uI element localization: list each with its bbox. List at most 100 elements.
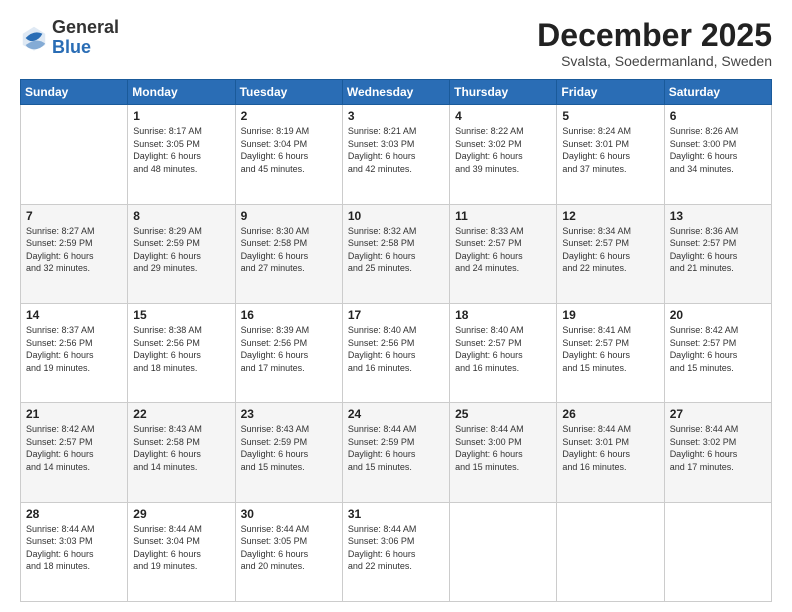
day-number: 10	[348, 209, 444, 223]
table-cell: 15 Sunrise: 8:38 AM Sunset: 2:56 PM Dayli…	[128, 303, 235, 402]
table-cell: 12 Sunrise: 8:34 AM Sunset: 2:57 PM Dayli…	[557, 204, 664, 303]
day-number: 2	[241, 109, 337, 123]
table-cell: 1 Sunrise: 8:17 AM Sunset: 3:05 PM Daylig…	[128, 105, 235, 204]
day-number: 16	[241, 308, 337, 322]
cell-info: Sunrise: 8:42 AM Sunset: 2:57 PM Dayligh…	[670, 324, 766, 374]
table-cell: 7Sunrise: 8:27 AM Sunset: 2:59 PM Daylig…	[21, 204, 128, 303]
cell-info: Sunrise: 8:44 AM Sunset: 3:06 PM Dayligh…	[348, 523, 444, 573]
table-cell: 20 Sunrise: 8:42 AM Sunset: 2:57 PM Dayli…	[664, 303, 771, 402]
day-number: 13	[670, 209, 766, 223]
day-number: 4	[455, 109, 551, 123]
day-number: 1	[133, 109, 229, 123]
table-cell: 21 Sunrise: 8:42 AM Sunset: 2:57 PM Dayli…	[21, 403, 128, 502]
logo-blue: Blue	[52, 37, 91, 57]
calendar-week-row: 28 Sunrise: 8:44 AM Sunset: 3:03 PM Dayli…	[21, 502, 772, 601]
cell-info: Sunrise: 8:44 AM Sunset: 3:00 PM Dayligh…	[455, 423, 551, 473]
calendar-header-row: Sunday Monday Tuesday Wednesday Thursday…	[21, 80, 772, 105]
col-wednesday: Wednesday	[342, 80, 449, 105]
day-number: 6	[670, 109, 766, 123]
cell-info: Sunrise: 8:44 AM Sunset: 3:02 PM Dayligh…	[670, 423, 766, 473]
table-cell	[557, 502, 664, 601]
calendar-table: Sunday Monday Tuesday Wednesday Thursday…	[20, 79, 772, 602]
month-title: December 2025	[537, 18, 772, 53]
table-cell	[21, 105, 128, 204]
cell-info: Sunrise: 8:43 AM Sunset: 2:59 PM Dayligh…	[241, 423, 337, 473]
table-cell: 22Sunrise: 8:43 AM Sunset: 2:58 PM Dayli…	[128, 403, 235, 502]
cell-info: Sunrise: 8:30 AM Sunset: 2:58 PM Dayligh…	[241, 225, 337, 275]
cell-info: Sunrise: 8:40 AM Sunset: 2:57 PM Dayligh…	[455, 324, 551, 374]
cell-info: Sunrise: 8:41 AM Sunset: 2:57 PM Dayligh…	[562, 324, 658, 374]
table-cell: 4 Sunrise: 8:22 AM Sunset: 3:02 PM Daylig…	[450, 105, 557, 204]
calendar-week-row: 21 Sunrise: 8:42 AM Sunset: 2:57 PM Dayli…	[21, 403, 772, 502]
day-number: 20	[670, 308, 766, 322]
table-cell: 30 Sunrise: 8:44 AM Sunset: 3:05 PM Dayli…	[235, 502, 342, 601]
day-number: 12	[562, 209, 658, 223]
day-number: 19	[562, 308, 658, 322]
calendar-week-row: 7Sunrise: 8:27 AM Sunset: 2:59 PM Daylig…	[21, 204, 772, 303]
table-cell: 3Sunrise: 8:21 AM Sunset: 3:03 PM Daylig…	[342, 105, 449, 204]
col-monday: Monday	[128, 80, 235, 105]
table-cell: 13 Sunrise: 8:36 AM Sunset: 2:57 PM Dayli…	[664, 204, 771, 303]
page: General Blue December 2025 Svalsta, Soed…	[0, 0, 792, 612]
header: General Blue December 2025 Svalsta, Soed…	[20, 18, 772, 69]
day-number: 11	[455, 209, 551, 223]
day-number: 9	[241, 209, 337, 223]
logo-text: General Blue	[52, 18, 119, 58]
cell-info: Sunrise: 8:22 AM Sunset: 3:02 PM Dayligh…	[455, 125, 551, 175]
table-cell: 23Sunrise: 8:43 AM Sunset: 2:59 PM Dayli…	[235, 403, 342, 502]
table-cell	[450, 502, 557, 601]
cell-info: Sunrise: 8:19 AM Sunset: 3:04 PM Dayligh…	[241, 125, 337, 175]
table-cell: 9 Sunrise: 8:30 AM Sunset: 2:58 PM Daylig…	[235, 204, 342, 303]
cell-info: Sunrise: 8:17 AM Sunset: 3:05 PM Dayligh…	[133, 125, 229, 175]
cell-info: Sunrise: 8:36 AM Sunset: 2:57 PM Dayligh…	[670, 225, 766, 275]
table-cell: 29Sunrise: 8:44 AM Sunset: 3:04 PM Dayli…	[128, 502, 235, 601]
cell-info: Sunrise: 8:38 AM Sunset: 2:56 PM Dayligh…	[133, 324, 229, 374]
cell-info: Sunrise: 8:44 AM Sunset: 3:05 PM Dayligh…	[241, 523, 337, 573]
table-cell: 26 Sunrise: 8:44 AM Sunset: 3:01 PM Dayli…	[557, 403, 664, 502]
table-cell: 6 Sunrise: 8:26 AM Sunset: 3:00 PM Daylig…	[664, 105, 771, 204]
day-number: 24	[348, 407, 444, 421]
cell-info: Sunrise: 8:21 AM Sunset: 3:03 PM Dayligh…	[348, 125, 444, 175]
title-block: December 2025 Svalsta, Soedermanland, Sw…	[537, 18, 772, 69]
day-number: 15	[133, 308, 229, 322]
day-number: 29	[133, 507, 229, 521]
cell-info: Sunrise: 8:44 AM Sunset: 3:01 PM Dayligh…	[562, 423, 658, 473]
table-cell: 24 Sunrise: 8:44 AM Sunset: 2:59 PM Dayli…	[342, 403, 449, 502]
day-number: 22	[133, 407, 229, 421]
table-cell: 28 Sunrise: 8:44 AM Sunset: 3:03 PM Dayli…	[21, 502, 128, 601]
cell-info: Sunrise: 8:33 AM Sunset: 2:57 PM Dayligh…	[455, 225, 551, 275]
logo-icon	[20, 24, 48, 52]
cell-info: Sunrise: 8:32 AM Sunset: 2:58 PM Dayligh…	[348, 225, 444, 275]
cell-info: Sunrise: 8:42 AM Sunset: 2:57 PM Dayligh…	[26, 423, 122, 473]
day-number: 27	[670, 407, 766, 421]
col-thursday: Thursday	[450, 80, 557, 105]
cell-info: Sunrise: 8:29 AM Sunset: 2:59 PM Dayligh…	[133, 225, 229, 275]
cell-info: Sunrise: 8:34 AM Sunset: 2:57 PM Dayligh…	[562, 225, 658, 275]
table-cell: 19 Sunrise: 8:41 AM Sunset: 2:57 PM Dayli…	[557, 303, 664, 402]
table-cell: 31Sunrise: 8:44 AM Sunset: 3:06 PM Dayli…	[342, 502, 449, 601]
logo-general: General	[52, 17, 119, 37]
day-number: 30	[241, 507, 337, 521]
day-number: 28	[26, 507, 122, 521]
day-number: 7	[26, 209, 122, 223]
cell-info: Sunrise: 8:44 AM Sunset: 2:59 PM Dayligh…	[348, 423, 444, 473]
table-cell: 8 Sunrise: 8:29 AM Sunset: 2:59 PM Daylig…	[128, 204, 235, 303]
day-number: 26	[562, 407, 658, 421]
table-cell: 14Sunrise: 8:37 AM Sunset: 2:56 PM Dayli…	[21, 303, 128, 402]
table-cell: 2 Sunrise: 8:19 AM Sunset: 3:04 PM Daylig…	[235, 105, 342, 204]
col-friday: Friday	[557, 80, 664, 105]
day-number: 21	[26, 407, 122, 421]
table-cell: 16 Sunrise: 8:39 AM Sunset: 2:56 PM Dayli…	[235, 303, 342, 402]
cell-info: Sunrise: 8:40 AM Sunset: 2:56 PM Dayligh…	[348, 324, 444, 374]
day-number: 8	[133, 209, 229, 223]
cell-info: Sunrise: 8:24 AM Sunset: 3:01 PM Dayligh…	[562, 125, 658, 175]
cell-info: Sunrise: 8:37 AM Sunset: 2:56 PM Dayligh…	[26, 324, 122, 374]
col-saturday: Saturday	[664, 80, 771, 105]
table-cell: 25Sunrise: 8:44 AM Sunset: 3:00 PM Dayli…	[450, 403, 557, 502]
cell-info: Sunrise: 8:39 AM Sunset: 2:56 PM Dayligh…	[241, 324, 337, 374]
cell-info: Sunrise: 8:44 AM Sunset: 3:03 PM Dayligh…	[26, 523, 122, 573]
cell-info: Sunrise: 8:26 AM Sunset: 3:00 PM Dayligh…	[670, 125, 766, 175]
day-number: 18	[455, 308, 551, 322]
day-number: 17	[348, 308, 444, 322]
table-cell: 5Sunrise: 8:24 AM Sunset: 3:01 PM Daylig…	[557, 105, 664, 204]
